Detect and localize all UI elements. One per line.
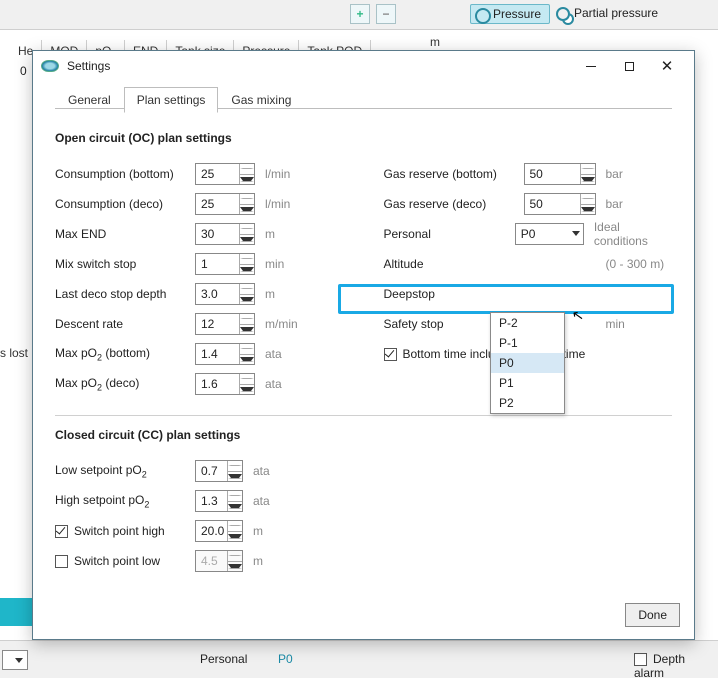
tab-content: Open circuit (OC) plan settings Consumpt… <box>55 119 672 593</box>
close-icon: ✕ <box>661 59 674 74</box>
spin-cons-deco[interactable]: 25 <box>195 193 255 215</box>
oc-section-title: Open circuit (OC) plan settings <box>55 131 672 145</box>
spin-gas-res-deco[interactable]: 50 <box>524 193 596 215</box>
minimize-icon <box>586 66 596 67</box>
option-p-1[interactable]: P-1 <box>491 333 564 353</box>
separator <box>55 415 672 416</box>
checkbox-icon <box>55 525 68 538</box>
lbl-maxpo2-deco: Max pO2 (deco) <box>55 376 195 392</box>
lbl-altitude: Altitude <box>384 257 524 271</box>
spin-descent[interactable]: 12 <box>195 313 255 335</box>
tab-plan-settings[interactable]: Plan settings <box>124 87 219 113</box>
oc-left-column: Consumption (bottom)25l/min Consumption … <box>55 159 344 399</box>
lbl-gas-res-deco: Gas reserve (deco) <box>384 197 524 211</box>
close-button[interactable]: ✕ <box>648 52 686 80</box>
personal-dropdown[interactable]: P-2 P-1 P0 P1 P2 <box>490 312 565 414</box>
remove-button[interactable]: − <box>376 4 396 24</box>
spin-high-sp[interactable]: 1.3 <box>195 490 243 512</box>
spin-sp-low: 4.5 <box>195 550 243 572</box>
spin-gas-res-bot[interactable]: 50 <box>524 163 596 185</box>
lbl-high-sp: High setpoint pO2 <box>55 493 195 509</box>
app-icon <box>41 60 59 72</box>
lbl-personal: Personal <box>384 227 515 241</box>
spin-sp-high[interactable]: 20.0 <box>195 520 243 542</box>
lbl-cons-deco: Consumption (deco) <box>55 197 195 211</box>
lbl-deepstop: Deepstop <box>384 287 524 301</box>
spin-cons-bottom[interactable]: 25 <box>195 163 255 185</box>
s-lost-label: s lost <box>0 346 28 360</box>
cc-section-title: Closed circuit (CC) plan settings <box>55 428 672 442</box>
hint-altitude: (0 - 300 m) <box>606 257 665 271</box>
minimize-button[interactable] <box>572 52 610 80</box>
partial-pressure-label: Partial pressure <box>574 6 658 20</box>
chevron-down-icon <box>572 231 580 236</box>
pressure-label: Pressure <box>493 7 541 21</box>
pressure-toggle[interactable]: Pressure <box>470 4 550 24</box>
option-p-2[interactable]: P-2 <box>491 313 564 333</box>
lbl-cons-bottom: Consumption (bottom) <box>55 167 195 181</box>
lbl-mix-switch: Mix switch stop <box>55 257 195 271</box>
unit-m: m <box>430 35 440 49</box>
chk-sp-high[interactable]: Switch point high <box>55 524 195 538</box>
titlebar: Settings ✕ <box>33 51 694 81</box>
partial-pressure-toggle[interactable]: Partial pressure <box>552 4 666 24</box>
status-personal-label: Personal <box>200 652 247 666</box>
status-bar <box>0 640 718 678</box>
status-combo[interactable] <box>2 650 28 670</box>
done-button[interactable]: Done <box>625 603 680 627</box>
tab-gas-mixing[interactable]: Gas mixing <box>218 87 304 113</box>
spin-maxpo2-deco[interactable]: 1.6 <box>195 373 255 395</box>
lbl-descent: Descent rate <box>55 317 195 331</box>
option-p2[interactable]: P2 <box>491 393 564 413</box>
cc-column: Low setpoint pO20.7ata High setpoint pO2… <box>55 456 355 576</box>
spin-up-icon[interactable] <box>240 164 254 175</box>
add-button[interactable]: + <box>350 4 370 24</box>
option-p1[interactable]: P1 <box>491 373 564 393</box>
lbl-maxpo2-bot: Max pO2 (bottom) <box>55 346 195 362</box>
checkbox-icon <box>634 653 647 666</box>
bg-teal-block <box>0 598 33 626</box>
option-p0[interactable]: P0 <box>491 353 564 373</box>
spin-maxpo2-bot[interactable]: 1.4 <box>195 343 255 365</box>
lbl-last-deco: Last deco stop depth <box>55 287 195 301</box>
maximize-button[interactable] <box>610 52 648 80</box>
spin-down-icon[interactable] <box>240 175 254 185</box>
spin-max-end[interactable]: 30 <box>195 223 255 245</box>
lbl-low-sp: Low setpoint pO2 <box>55 463 195 479</box>
spin-last-deco[interactable]: 3.0 <box>195 283 255 305</box>
checkbox-icon <box>384 348 397 361</box>
chk-sp-low[interactable]: Switch point low <box>55 554 195 568</box>
lbl-gas-res-bot: Gas reserve (bottom) <box>384 167 524 181</box>
combo-personal[interactable]: P0 <box>515 223 584 245</box>
settings-dialog: Settings ✕ General Plan settings Gas mix… <box>32 50 695 640</box>
maximize-icon <box>625 62 634 71</box>
status-personal-value: P0 <box>278 652 293 666</box>
spin-low-sp[interactable]: 0.7 <box>195 460 243 482</box>
depth-alarm-checkbox[interactable]: Depth alarm <box>634 652 718 680</box>
hint-personal: Ideal conditions <box>594 220 672 248</box>
spin-mix-switch[interactable]: 1 <box>195 253 255 275</box>
tabs: General Plan settings Gas mixing <box>55 87 694 113</box>
dialog-title: Settings <box>67 59 572 73</box>
lbl-max-end: Max END <box>55 227 195 241</box>
checkbox-icon <box>55 555 68 568</box>
tab-general[interactable]: General <box>55 87 124 113</box>
